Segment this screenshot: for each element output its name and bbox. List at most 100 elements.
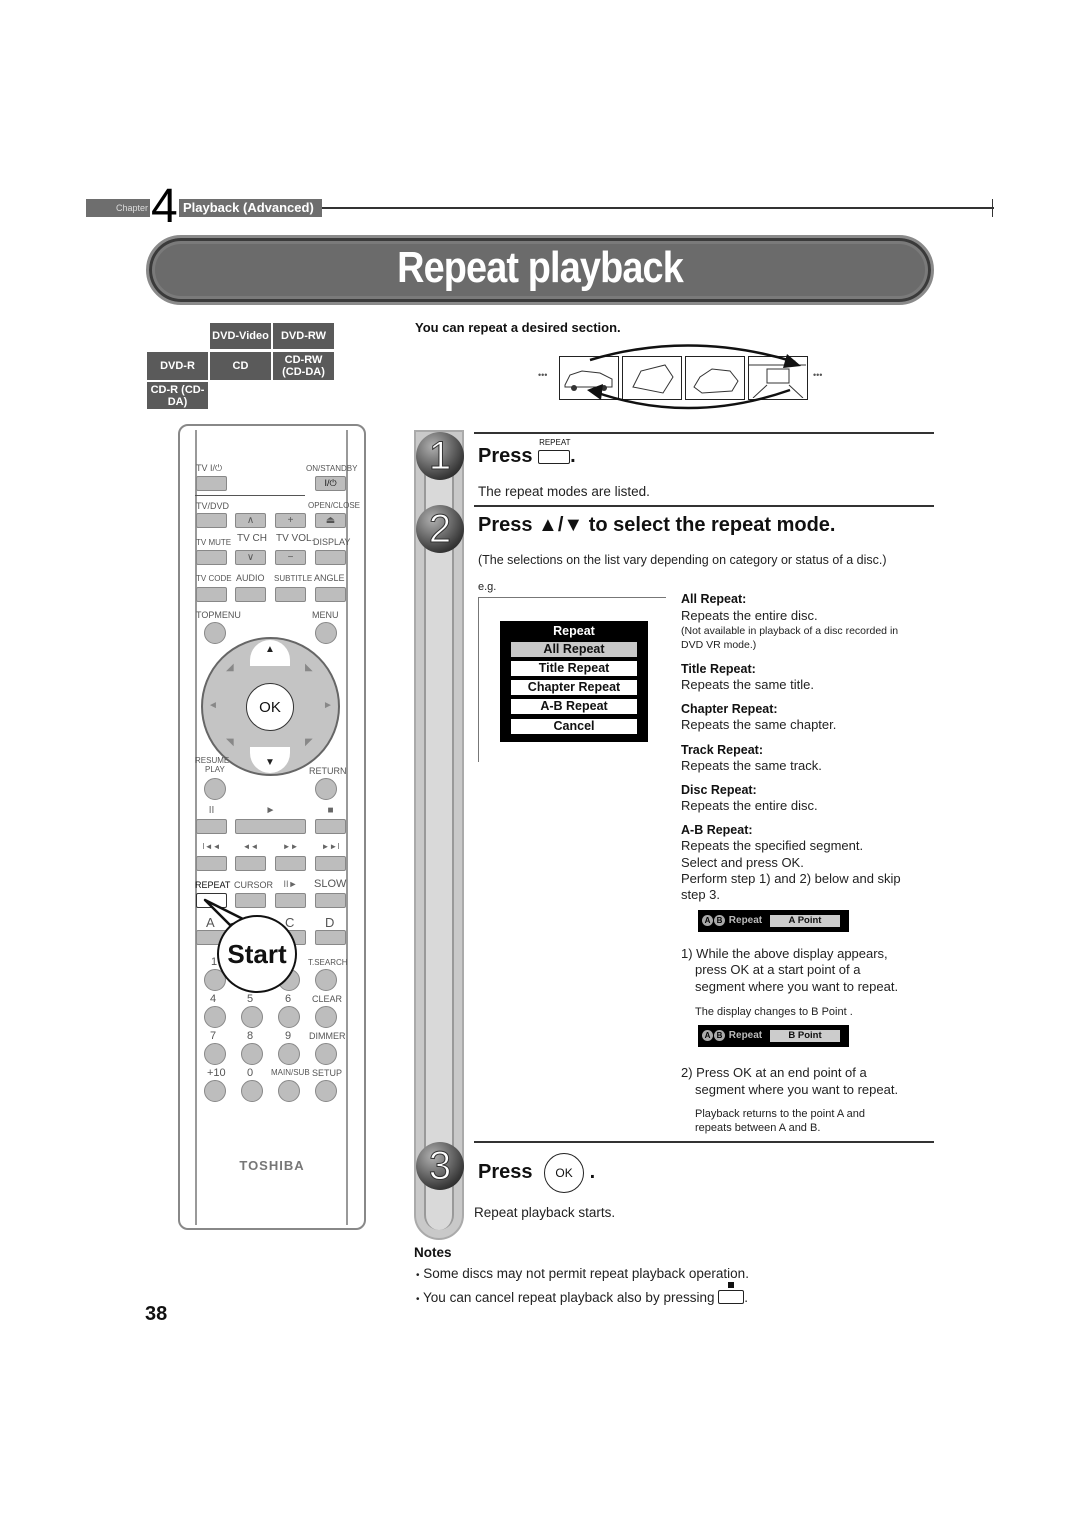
step3-rule xyxy=(474,1141,934,1143)
tv-power-button[interactable] xyxy=(196,476,227,491)
skip-back-button[interactable] xyxy=(196,856,227,871)
mode-term-disc: Disc Repeat: xyxy=(681,783,757,797)
badge-cd-r: CD-R (CD-DA) xyxy=(147,382,208,409)
stop-button[interactable] xyxy=(315,819,346,834)
badge-dvd-rw: DVD-RW xyxy=(273,323,334,349)
slow-button[interactable] xyxy=(315,893,346,908)
rewind-button[interactable] xyxy=(235,856,266,871)
topmenu-button[interactable] xyxy=(204,622,226,644)
step2-number: 2 xyxy=(416,505,464,553)
step3-body: Repeat playback starts. xyxy=(474,1205,616,1220)
right-arrow-icon[interactable]: ► xyxy=(323,700,333,711)
pause-icon: II xyxy=(208,805,215,816)
number-7-button[interactable] xyxy=(204,1043,226,1065)
resume-play-button[interactable] xyxy=(204,778,226,800)
eject-button[interactable]: ⏏ xyxy=(315,513,346,528)
up-arrow-icon[interactable]: ▲ xyxy=(265,644,275,655)
label-d: D xyxy=(325,915,335,930)
number-4-button[interactable] xyxy=(204,1006,226,1028)
label-subtitle: SUBTITLE xyxy=(274,574,313,583)
eg-label: e.g. xyxy=(478,581,497,593)
number-8-button[interactable] xyxy=(241,1043,263,1065)
number-6-button[interactable] xyxy=(278,1006,300,1028)
skip-back-icon: I◄◄ xyxy=(202,842,221,851)
left-arrow-icon[interactable]: ◄ xyxy=(208,700,218,711)
fast-forward-button[interactable] xyxy=(275,856,306,871)
rewind-icon: ◄◄ xyxy=(242,842,259,851)
step2-body: (The selections on the list vary dependi… xyxy=(478,553,887,567)
note-2: • You can cancel repeat playback also by… xyxy=(416,1282,748,1305)
mode-desc-ab-4: step 3. xyxy=(681,887,721,902)
stop-key-icon xyxy=(718,1282,745,1304)
plus10-button[interactable] xyxy=(204,1080,226,1102)
return-button[interactable] xyxy=(315,778,337,800)
a-circle-icon: A xyxy=(702,915,713,926)
label-slow: SLOW xyxy=(314,878,347,890)
menu-item-chapter-repeat[interactable]: Chapter Repeat xyxy=(511,680,637,695)
number-9-button[interactable] xyxy=(278,1043,300,1065)
a-circle-icon: A xyxy=(702,1030,713,1041)
label-topmenu: TOPMENU xyxy=(196,610,241,620)
notes-heading: Notes xyxy=(414,1245,452,1260)
bullet-icon: • xyxy=(416,1270,420,1281)
tv-mute-button[interactable] xyxy=(196,550,227,565)
subtitle-button[interactable] xyxy=(275,587,306,602)
stop-square-icon xyxy=(728,1282,735,1288)
angle-button[interactable] xyxy=(315,587,346,602)
osd-label: Repeat xyxy=(728,915,763,926)
dimmer-button[interactable] xyxy=(315,1043,337,1065)
ab-step2-note-2: repeats between A and B. xyxy=(695,1122,821,1134)
step1-number: 1 xyxy=(416,432,464,480)
number-0-button[interactable] xyxy=(241,1080,263,1102)
vol-down-button[interactable]: − xyxy=(275,550,306,565)
ok-button[interactable]: OK xyxy=(246,683,294,731)
frame-advance-button[interactable] xyxy=(275,893,306,908)
tv-code-button[interactable] xyxy=(196,587,227,602)
osd-ab-indicator-a: AB Repeat xyxy=(702,915,762,926)
on-standby-button[interactable]: I/⏻ xyxy=(315,476,346,491)
vol-up-button[interactable]: + xyxy=(275,513,306,528)
page-title: Repeat playback xyxy=(397,243,684,292)
ch-up-button[interactable]: ∧ xyxy=(235,513,266,528)
note-1: • Some discs may not permit repeat playb… xyxy=(416,1266,749,1281)
step1-period: . xyxy=(570,445,576,467)
menu-item-all-repeat[interactable]: All Repeat xyxy=(511,642,637,657)
step1-rule xyxy=(474,432,934,434)
pause-button[interactable] xyxy=(196,819,227,834)
main-sub-button[interactable] xyxy=(278,1080,300,1102)
d-button[interactable] xyxy=(315,930,346,945)
label-display: DISPLAY xyxy=(313,537,351,547)
diag-up-left-icon: ◢ xyxy=(226,662,234,673)
down-arrow-icon[interactable]: ▼ xyxy=(265,757,275,768)
play-button[interactable] xyxy=(235,819,306,834)
t-search-button[interactable] xyxy=(315,969,337,991)
step3-heading: Press OK . xyxy=(478,1150,595,1194)
audio-button[interactable] xyxy=(235,587,266,602)
skip-forward-button[interactable] xyxy=(315,856,346,871)
display-button[interactable] xyxy=(315,550,346,565)
clear-button[interactable] xyxy=(315,1006,337,1028)
mode-term-chapter: Chapter Repeat: xyxy=(681,702,778,716)
tv-dvd-button[interactable] xyxy=(196,513,227,528)
setup-button[interactable] xyxy=(315,1080,337,1102)
remote-divider xyxy=(195,495,305,496)
label-tv-ch: TV CH xyxy=(237,533,267,544)
repeat-key-label: REPEAT xyxy=(539,438,571,447)
step2-heading: Press ▲/▼ to select the repeat mode. xyxy=(478,514,836,536)
badge-dvd-r: DVD-R xyxy=(147,352,208,380)
chapter-title: Playback (Advanced) xyxy=(183,200,314,215)
brand-logo: TOSHIBA xyxy=(239,1158,305,1173)
skip-forward-icon: ►►I xyxy=(321,842,340,851)
step2-rule xyxy=(474,505,934,507)
label-audio: AUDIO xyxy=(236,573,265,583)
menu-button[interactable] xyxy=(315,622,337,644)
menu-item-title-repeat[interactable]: Title Repeat xyxy=(511,661,637,676)
note-2-text: You can cancel repeat playback also by p… xyxy=(423,1290,715,1305)
label-resume: RESUME xyxy=(195,756,230,765)
fast-forward-icon: ►► xyxy=(282,842,299,851)
menu-item-cancel[interactable]: Cancel xyxy=(511,719,637,734)
ch-down-button[interactable]: ∨ xyxy=(235,550,266,565)
menu-item-ab-repeat[interactable]: A-B Repeat xyxy=(511,699,637,714)
number-5-button[interactable] xyxy=(241,1006,263,1028)
label-dimmer: DIMMER xyxy=(309,1031,346,1041)
